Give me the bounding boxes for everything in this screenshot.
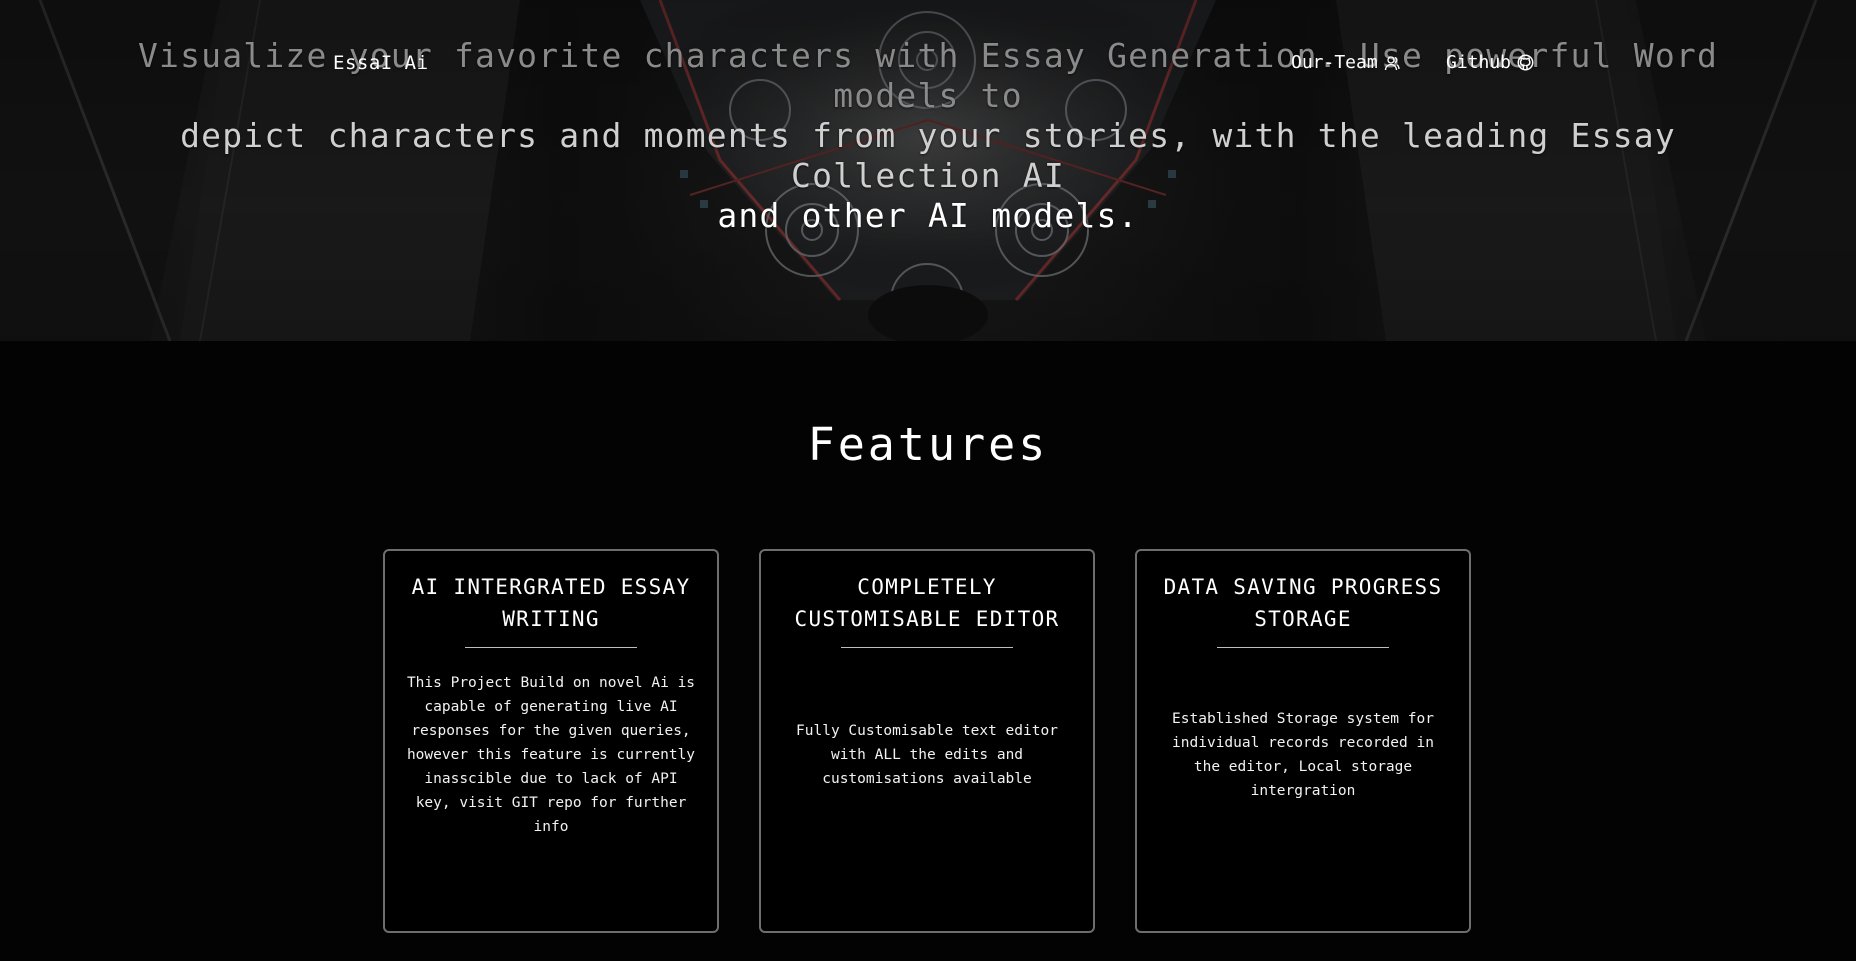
- nav-our-team-link[interactable]: Our-Team: [1291, 52, 1400, 73]
- feature-card-text: Fully Customisable text editor with ALL …: [796, 722, 1058, 787]
- nav-github-link[interactable]: Github: [1446, 52, 1534, 73]
- feature-card-title: AI INTERGRATED ESSAY WRITING: [411, 575, 691, 631]
- hero-tagline-line-2: depict characters and moments from your …: [180, 116, 1676, 195]
- feature-cards: AI INTERGRATED ESSAY WRITING This Projec…: [383, 549, 1473, 933]
- feature-card-text: This Project Build on novel Ai is capabl…: [406, 674, 696, 835]
- hero-tagline-line-1: Visualize your favorite characters with …: [137, 36, 1719, 115]
- brand-logo-link[interactable]: EssaI Ai: [333, 52, 429, 74]
- page: Visualize your favorite characters with …: [0, 0, 1856, 961]
- hero-banner: Visualize your favorite characters with …: [0, 0, 1856, 341]
- github-icon: [1517, 54, 1534, 71]
- nav-our-team-label: Our-Team: [1291, 52, 1378, 73]
- feature-card-editor: COMPLETELY CUSTOMISABLE EDITOR Fully Cus…: [759, 549, 1095, 933]
- feature-card-title: DATA SAVING PROGRESS STORAGE: [1163, 575, 1443, 631]
- feature-card-ai-essay: AI INTERGRATED ESSAY WRITING This Projec…: [383, 549, 719, 933]
- feature-card-storage: DATA SAVING PROGRESS STORAGE Established…: [1135, 549, 1471, 933]
- feature-card-text: Established Storage system for individua…: [1172, 710, 1434, 799]
- nav-github-label: Github: [1446, 52, 1512, 73]
- hero-tagline-line-3: and other AI models.: [717, 196, 1139, 235]
- feature-card-body: Established Storage system for individua…: [1155, 648, 1451, 931]
- team-icon: [1384, 55, 1400, 71]
- feature-card-body: Fully Customisable text editor with ALL …: [779, 648, 1075, 931]
- features-heading: Features: [807, 418, 1049, 471]
- feature-card-body: This Project Build on novel Ai is capabl…: [403, 648, 699, 931]
- feature-card-title: COMPLETELY CUSTOMISABLE EDITOR: [794, 575, 1060, 631]
